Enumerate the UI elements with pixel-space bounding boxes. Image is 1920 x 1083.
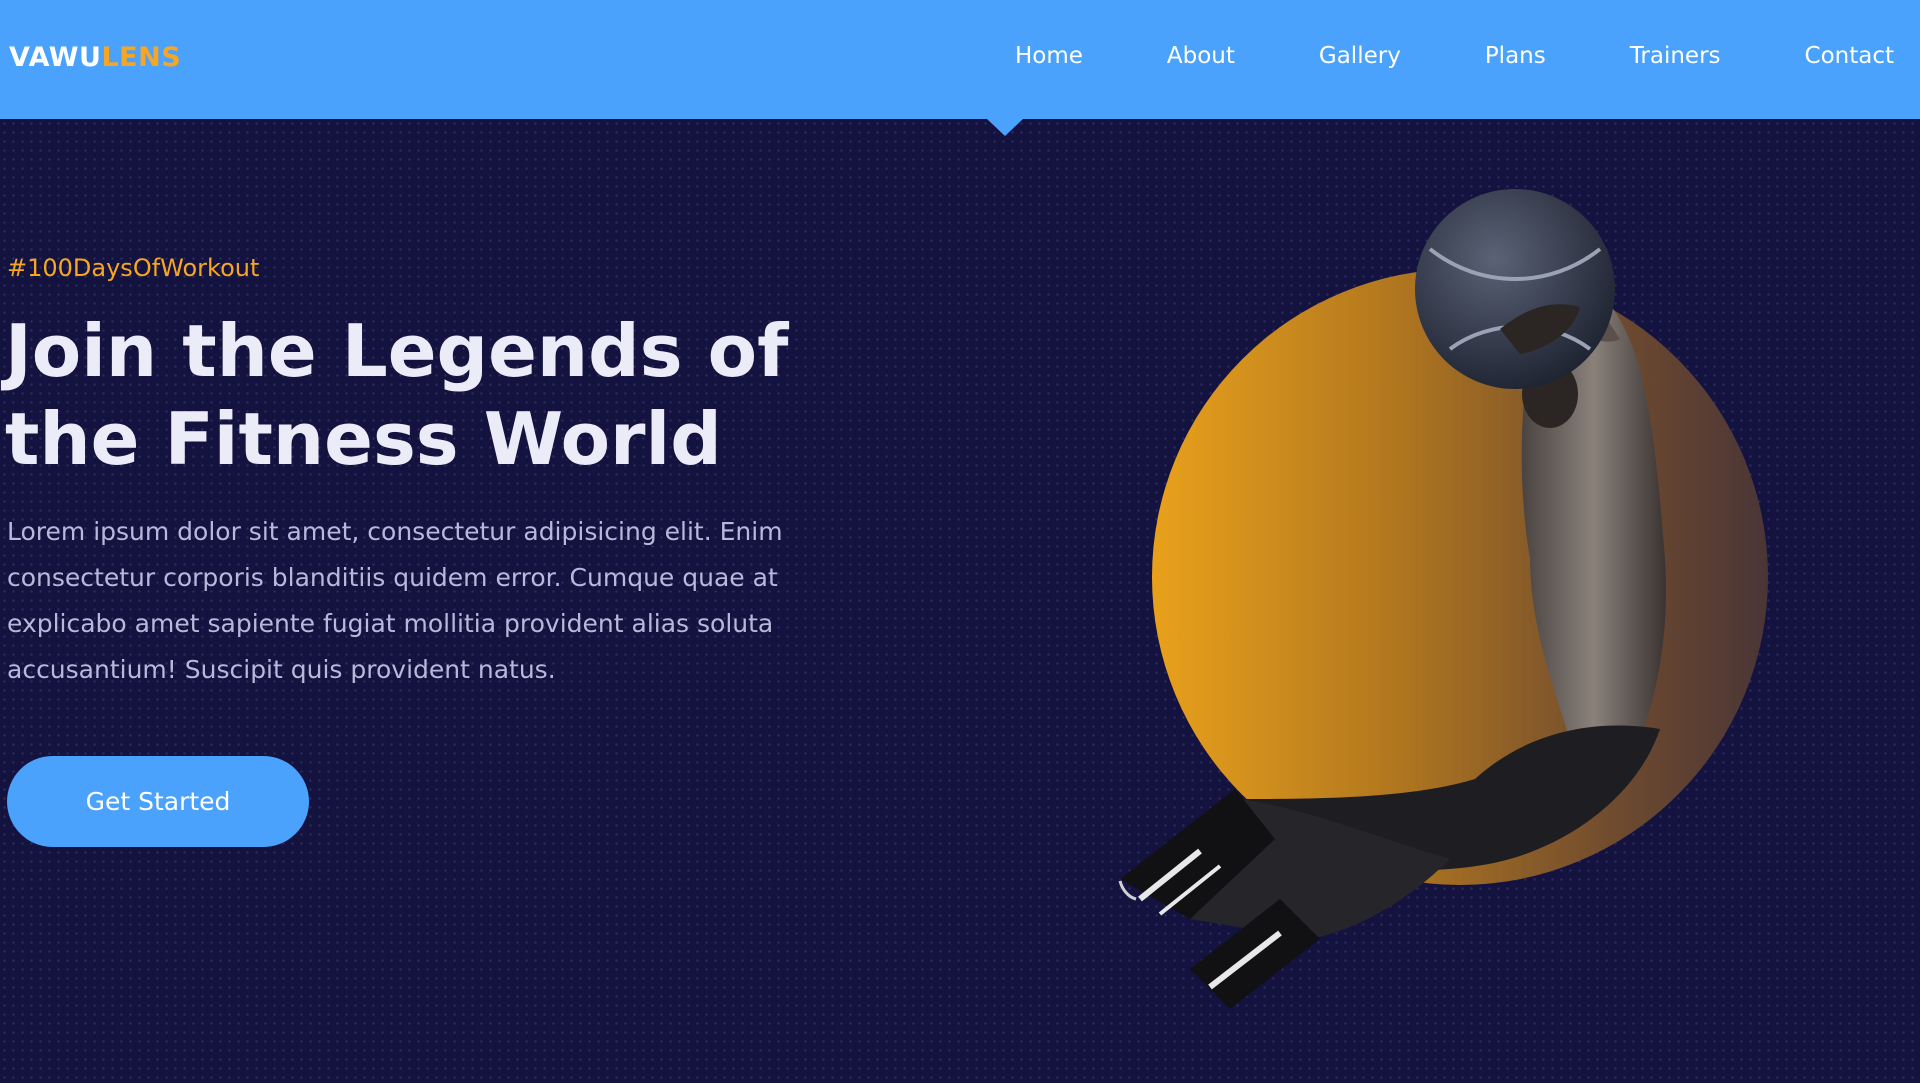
nav-link-contact[interactable]: Contact xyxy=(1805,43,1894,69)
hero-headline-line-1: Join the Legends of xyxy=(5,309,789,393)
medicine-ball xyxy=(1415,189,1615,389)
get-started-button[interactable]: Get Started xyxy=(7,756,309,847)
athlete-image xyxy=(1118,189,1666,1009)
nav-link-about[interactable]: About xyxy=(1167,43,1235,69)
active-nav-indicator xyxy=(987,119,1023,136)
main-nav: Home About Gallery Plans Trainers Contac… xyxy=(1015,43,1894,69)
brand-logo[interactable]: VAWULENS xyxy=(9,42,181,73)
brand-logo-accent: LENS xyxy=(101,42,182,73)
hero-headline: Join the Legends of the Fitness World xyxy=(5,307,845,483)
brand-logo-primary: VAWU xyxy=(9,42,102,73)
nav-link-gallery[interactable]: Gallery xyxy=(1319,43,1401,69)
nav-link-trainers[interactable]: Trainers xyxy=(1630,43,1721,69)
hero-description: Lorem ipsum dolor sit amet, consectetur … xyxy=(7,517,783,684)
hero-tagline: #100DaysOfWorkout xyxy=(7,254,260,282)
nav-link-home[interactable]: Home xyxy=(1015,43,1083,69)
nav-link-plans[interactable]: Plans xyxy=(1485,43,1546,69)
hero-headline-line-2: the Fitness World xyxy=(5,397,722,481)
navbar: VAWULENS Home About Gallery Plans Traine… xyxy=(0,0,1920,119)
hero-section: #100DaysOfWorkout Join the Legends of th… xyxy=(0,119,1920,1083)
